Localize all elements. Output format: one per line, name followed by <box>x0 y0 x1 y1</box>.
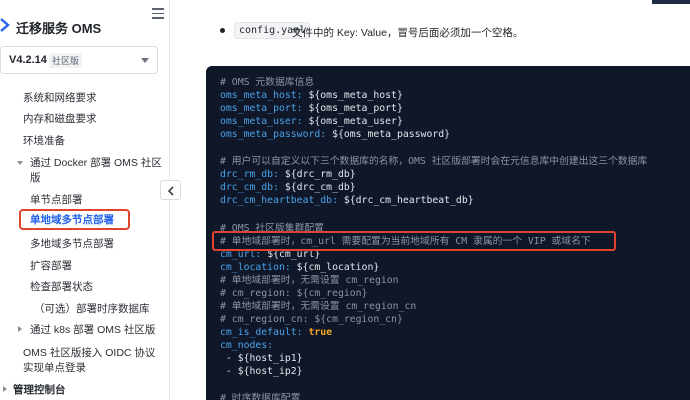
version-select[interactable]: V4.2.14 社区版 <box>0 46 158 74</box>
nav-item-single-node[interactable]: 单节点部署 <box>30 193 83 207</box>
top-tab <box>652 0 690 4</box>
nav-item-check-status[interactable]: 检查部署状态 <box>30 280 93 294</box>
chevron-down-icon <box>141 58 149 63</box>
bullet-text: 文件中的 Key: Value，冒号后面必须加一个空格。 <box>292 27 524 39</box>
nav-item-network[interactable]: 系统和网络要求 <box>23 91 97 105</box>
code-comment: # cm_region: ${cm_region} <box>220 288 368 299</box>
nav-item-multi-region[interactable]: 多地域多节点部署 <box>30 237 114 251</box>
code-comment: # OMS 元数据库信息 <box>220 77 315 88</box>
chevron-down-icon[interactable] <box>17 161 23 165</box>
nav-item-docker-line2: 版 <box>30 172 41 184</box>
logo-icon <box>0 18 10 32</box>
nav-item-oidc-line2: 实现单点登录 <box>23 362 86 374</box>
code-comment: # 单地域部署时，无需设置 cm_region <box>220 275 399 286</box>
code-comment: # 单地域部署时，无需设置 cm_region_cn <box>220 301 417 312</box>
code-comment: # 时序数据库配置 <box>220 393 301 400</box>
code-comment: # cm_region_cn: ${cm_region_cn} <box>220 314 403 325</box>
chevron-left-icon <box>167 186 174 196</box>
brand-title: 迁移服务 OMS <box>16 21 102 36</box>
menu-icon[interactable] <box>152 8 164 19</box>
collapse-sidebar-button[interactable] <box>160 180 181 200</box>
nav-item-scale[interactable]: 扩容部署 <box>30 259 72 273</box>
nav-item-tsdb[interactable]: （可选）部署时序数据库 <box>34 302 150 316</box>
code-line: oms_meta_password: ${oms_meta_password} <box>220 129 451 140</box>
nav-item-env[interactable]: 环境准备 <box>23 134 65 148</box>
code-comment: # 用户可以自定义以下三个数据库的名称，OMS 社区版部署时会在元信息库中创建出… <box>220 156 648 167</box>
nav-item-console[interactable]: 管理控制台 <box>13 383 66 397</box>
code-line: oms_meta_port: ${oms_meta_port} <box>220 103 403 114</box>
highlight-box <box>19 209 130 230</box>
code-line: - ${host_ip1} <box>220 353 303 364</box>
code-line: drc_rm_db: ${drc_rm_db} <box>220 169 356 180</box>
code-line: cm_location: ${cm_location} <box>220 262 380 273</box>
bullet-icon <box>220 28 225 33</box>
code-line: oms_meta_user: ${oms_meta_user} <box>220 116 403 127</box>
nav-item-docker[interactable]: 通过 Docker 部署 OMS 社区 <box>30 156 162 170</box>
brand[interactable]: 迁移服务 OMS <box>0 14 170 44</box>
nav-item-oidc[interactable]: OMS 社区版接入 OIDC 协议 <box>23 346 155 360</box>
code-line: cm_is_default: true <box>220 327 333 338</box>
nav-item-k8s[interactable]: 通过 k8s 部署 OMS 社区版 <box>30 323 155 337</box>
chevron-right-icon[interactable] <box>3 386 7 392</box>
code-line: - ${host_ip2} <box>220 366 303 377</box>
chevron-right-icon[interactable] <box>18 326 22 332</box>
code-line: drc_cm_db: ${drc_cm_db} <box>220 182 356 193</box>
nav-item-memory[interactable]: 内存和磁盘要求 <box>23 112 97 126</box>
highlight-box <box>212 231 616 251</box>
sidebar: 迁移服务 OMS V4.2.14 社区版 系统和网络要求 内存和磁盘要求 环境准… <box>0 0 170 400</box>
code-line: cm_nodes: <box>220 340 274 351</box>
code-line: drc_cm_heartbeat_db: ${drc_cm_heartbeat_… <box>220 195 474 206</box>
version-badge: 社区版 <box>49 53 83 68</box>
docs-page: 迁移服务 OMS V4.2.14 社区版 系统和网络要求 内存和磁盘要求 环境准… <box>0 0 690 400</box>
code-line: oms_meta_host: ${oms_meta_host} <box>220 90 403 101</box>
version-number: V4.2.14 <box>9 54 47 66</box>
